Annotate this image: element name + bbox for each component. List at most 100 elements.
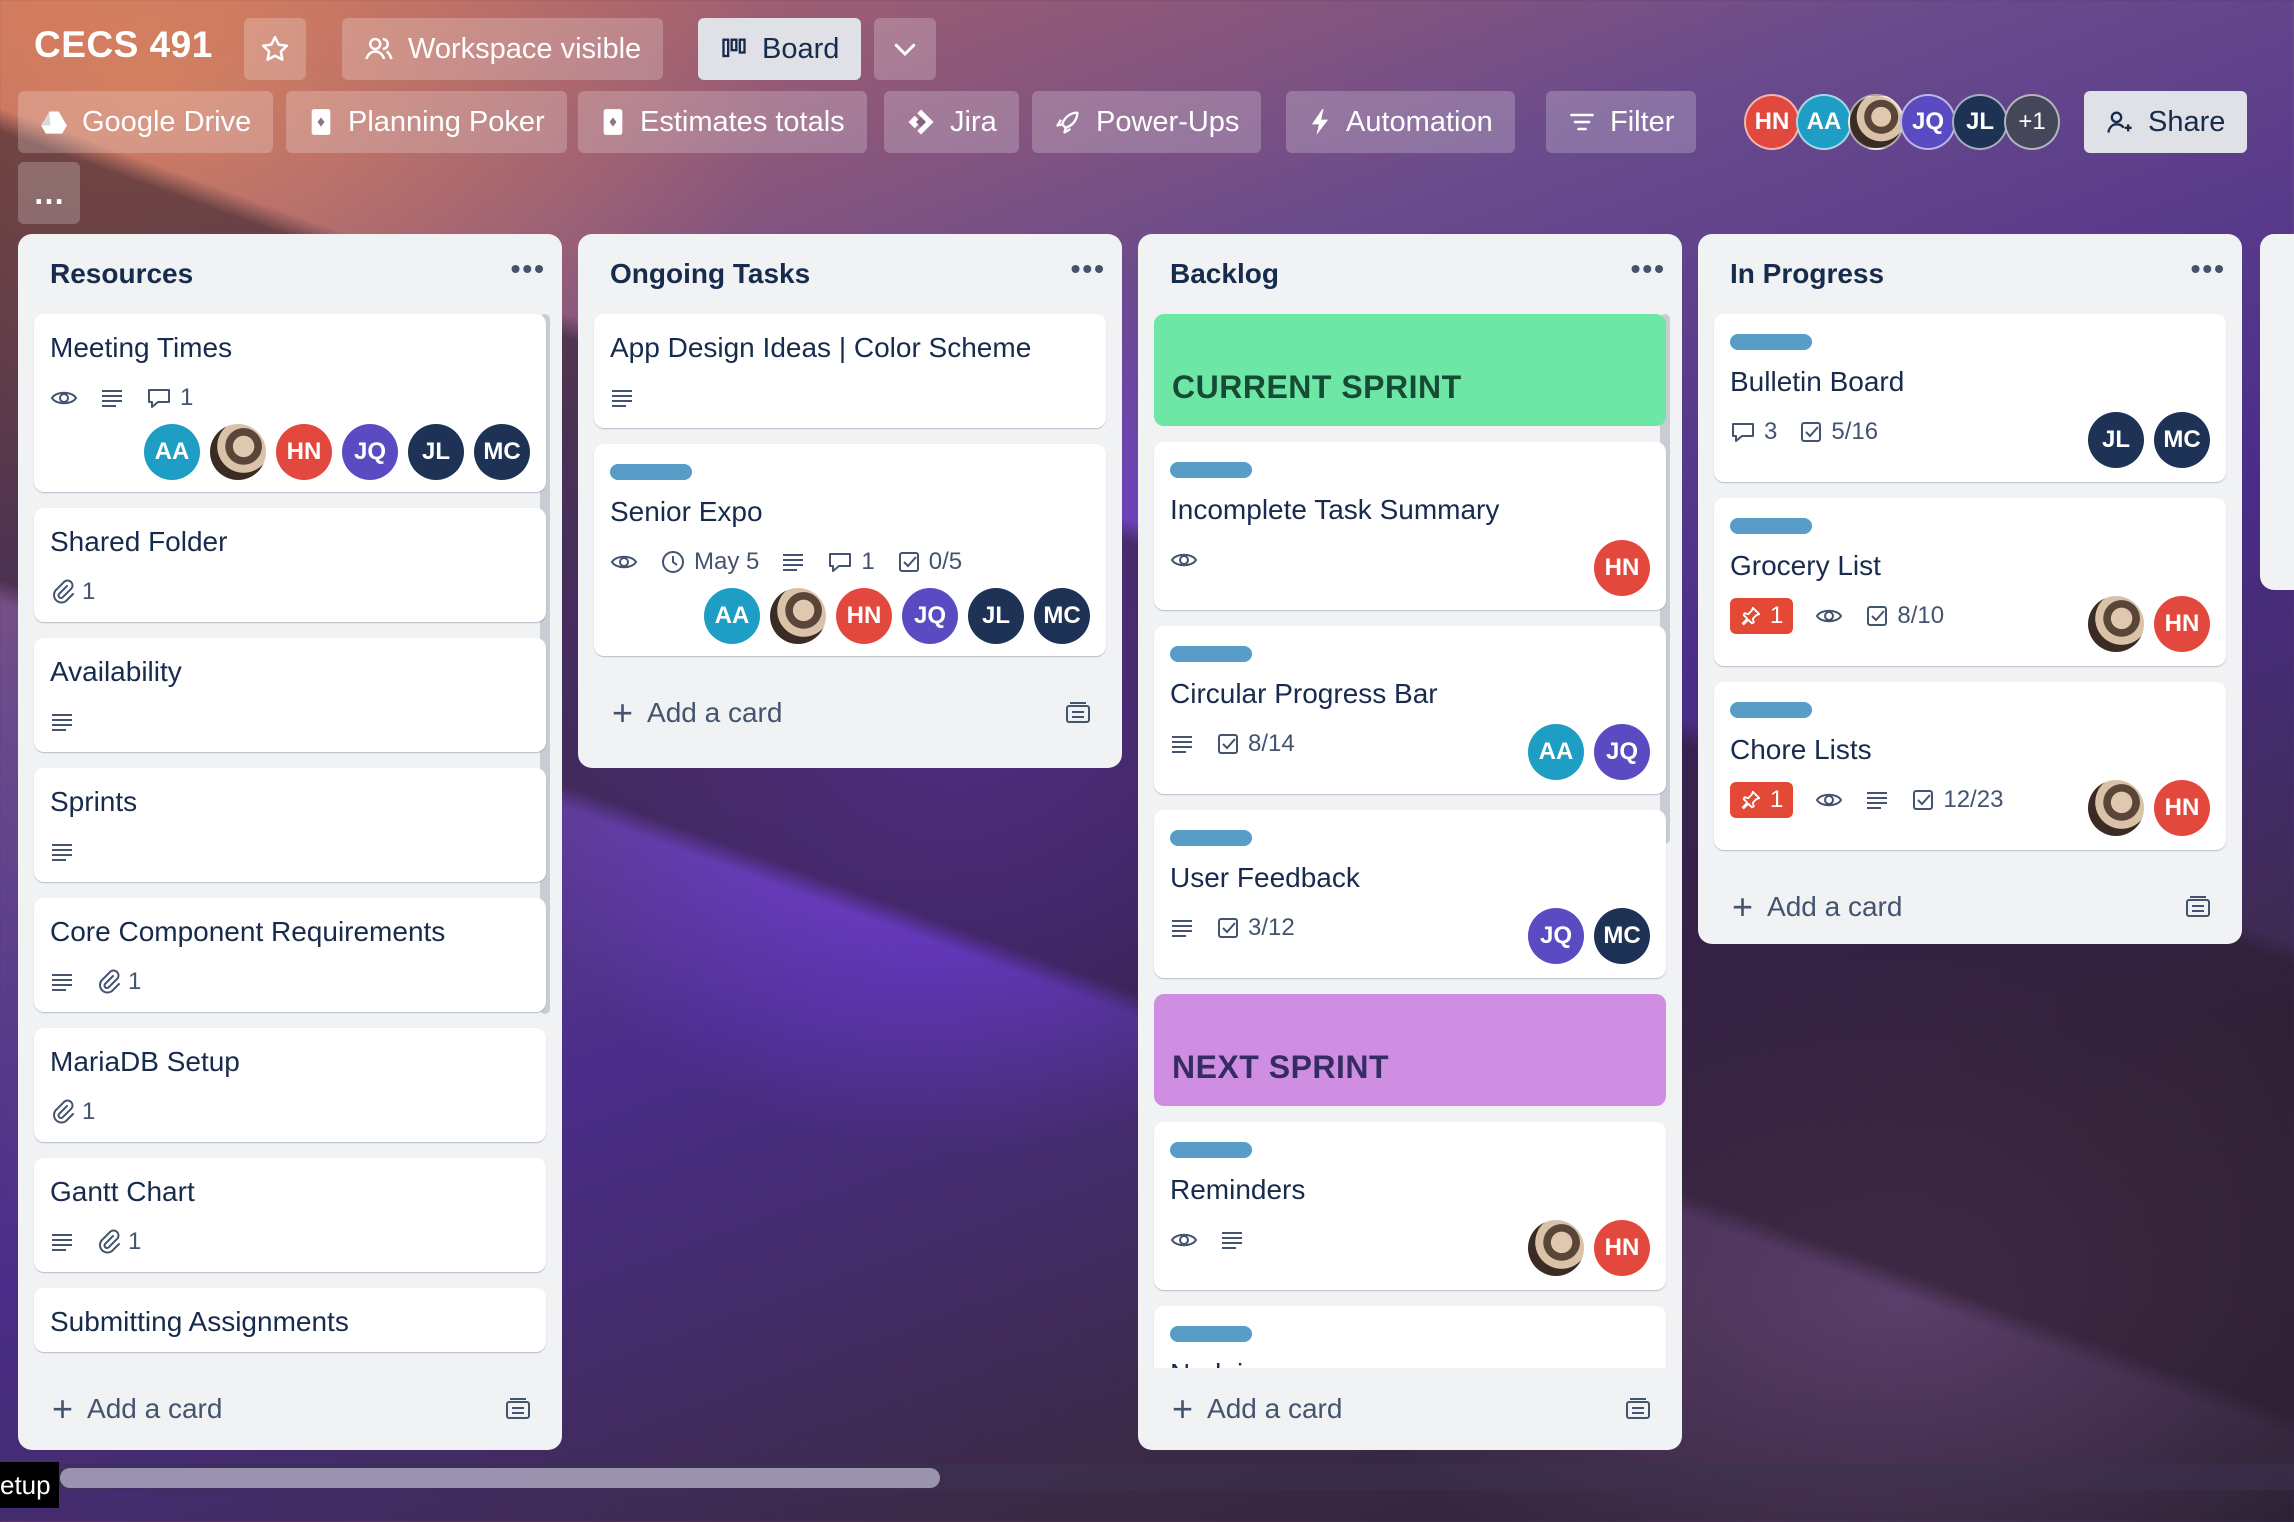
add-card-button[interactable]: + Add a card [52,1388,222,1430]
member-avatar[interactable]: JL [1952,94,2008,150]
power-ups-button[interactable]: Power-Ups [1032,91,1262,153]
member-avatar[interactable]: HN [1594,1220,1650,1276]
card[interactable]: Nudging [1154,1306,1666,1368]
card[interactable]: Gantt Chart 1 [34,1158,546,1272]
card-badges: 1 [50,380,530,416]
list-menu-icon[interactable]: ••• [1071,253,1106,295]
next-sprint-separator[interactable]: NEXT SPRINT [1154,994,1666,1106]
list-partial[interactable] [2260,234,2294,590]
list-menu-icon[interactable]: ••• [1631,253,1666,295]
card-label[interactable] [1730,518,1812,534]
card[interactable]: Reminders HN [1154,1122,1666,1290]
member-avatar[interactable]: HN [276,424,332,480]
template-icon[interactable] [1064,700,1092,726]
member-avatar[interactable]: AA [1528,724,1584,780]
planning-poker-button[interactable]: Planning Poker [286,91,567,153]
card-label[interactable] [1170,1142,1252,1158]
list-menu-icon[interactable]: ••• [2191,253,2226,295]
card[interactable]: App Design Ideas | Color Scheme [594,314,1106,428]
current-sprint-separator[interactable]: CURRENT SPRINT [1154,314,1666,426]
member-avatar[interactable]: HN [2154,780,2210,836]
pin-badge[interactable]: 1 [1730,782,1794,818]
member-avatar[interactable]: JQ [1528,908,1584,964]
card[interactable]: Senior Expo May 5 1 0/5 AA HN JQ JL MC [594,444,1106,656]
card[interactable]: Incomplete Task Summary HN [1154,442,1666,610]
card[interactable]: User Feedback 3/12 JQ MC [1154,810,1666,978]
card-label[interactable] [610,464,692,480]
member-avatar[interactable]: MC [1034,588,1090,644]
member-avatar[interactable]: MC [2154,412,2210,468]
member-avatar[interactable]: HN [2154,596,2210,652]
member-avatar[interactable]: AA [704,588,760,644]
card-label[interactable] [1170,830,1252,846]
member-avatar[interactable] [1528,1220,1584,1276]
template-icon[interactable] [504,1396,532,1422]
member-avatar[interactable]: JL [408,424,464,480]
member-avatar[interactable]: JL [2088,412,2144,468]
card-label[interactable] [1170,646,1252,662]
board-view-button[interactable]: Board [698,18,862,80]
google-drive-button[interactable]: Google Drive [18,91,274,153]
member-avatar[interactable]: JL [968,588,1024,644]
add-card-button[interactable]: + Add a card [1172,1388,1342,1430]
member-avatar[interactable]: JQ [342,424,398,480]
card[interactable]: Submitting Assignments [34,1288,546,1352]
filter-button[interactable]: Filter [1546,91,1697,153]
card[interactable]: Grocery List 1 8/10 HN [1714,498,2226,666]
member-avatar[interactable]: HN [1744,94,1800,150]
more-button[interactable]: … [18,162,80,224]
card[interactable]: Shared Folder 1 [34,508,546,622]
more-members-badge[interactable]: +1 [2004,94,2060,150]
list-title[interactable]: Resources [50,258,193,290]
member-avatar[interactable] [1848,94,1904,150]
card[interactable]: Bulletin Board 3 5/16 JL MC [1714,314,2226,482]
member-avatar[interactable]: JQ [902,588,958,644]
automation-button[interactable]: Automation [1286,91,1515,153]
card[interactable]: Circular Progress Bar 8/14 AA JQ [1154,626,1666,794]
add-card-button[interactable]: + Add a card [612,692,782,734]
board-title[interactable]: CECS 491 [34,24,213,66]
member-avatar[interactable]: JQ [1594,724,1650,780]
visibility-button[interactable]: Workspace visible [342,18,664,80]
jira-button[interactable]: Jira [884,91,1019,153]
card[interactable]: Sprints [34,768,546,882]
member-avatar[interactable] [2088,780,2144,836]
board-scrollbar-thumb[interactable] [60,1468,940,1488]
card[interactable]: Core Component Requirements 1 [34,898,546,1012]
due-date-badge[interactable]: May 5 [660,548,759,576]
template-icon[interactable] [1624,1396,1652,1422]
list-menu-icon[interactable]: ••• [511,253,546,295]
card-label[interactable] [1730,334,1812,350]
estimates-totals-button[interactable]: Estimates totals [578,91,867,153]
card-label[interactable] [1730,702,1812,718]
member-avatar[interactable]: JQ [1900,94,1956,150]
card-label[interactable] [1170,1326,1252,1342]
list-title[interactable]: In Progress [1730,258,1884,290]
member-avatar[interactable]: AA [1796,94,1852,150]
card[interactable]: Meeting Times 1 AA HN JQ JL MC [34,314,546,492]
star-button[interactable] [244,18,306,80]
list-title[interactable]: Backlog [1170,258,1279,290]
member-avatar[interactable] [770,588,826,644]
pin-badge[interactable]: 1 [1730,598,1794,634]
card-label[interactable] [1170,462,1252,478]
comment-count: 1 [861,548,875,575]
member-avatar[interactable] [2088,596,2144,652]
card[interactable]: MariaDB Setup 1 [34,1028,546,1142]
card[interactable]: Chore Lists 1 12/23 HN [1714,682,2226,850]
member-avatar[interactable]: MC [474,424,530,480]
attachment-count: 1 [82,578,96,605]
add-card-button[interactable]: + Add a card [1732,886,1902,928]
list-title[interactable]: Ongoing Tasks [610,258,810,290]
share-button[interactable]: Share [2084,91,2248,153]
template-icon[interactable] [2184,894,2212,920]
view-switcher-button[interactable] [874,18,936,80]
member-avatar[interactable]: HN [1594,540,1650,596]
google-drive-icon [41,111,67,134]
member-avatar[interactable]: MC [1594,908,1650,964]
toolbar-item-label: Google Drive [82,105,252,138]
member-avatar[interactable]: HN [836,588,892,644]
member-avatar[interactable]: AA [144,424,200,480]
member-avatar[interactable] [210,424,266,480]
card[interactable]: Availability [34,638,546,752]
